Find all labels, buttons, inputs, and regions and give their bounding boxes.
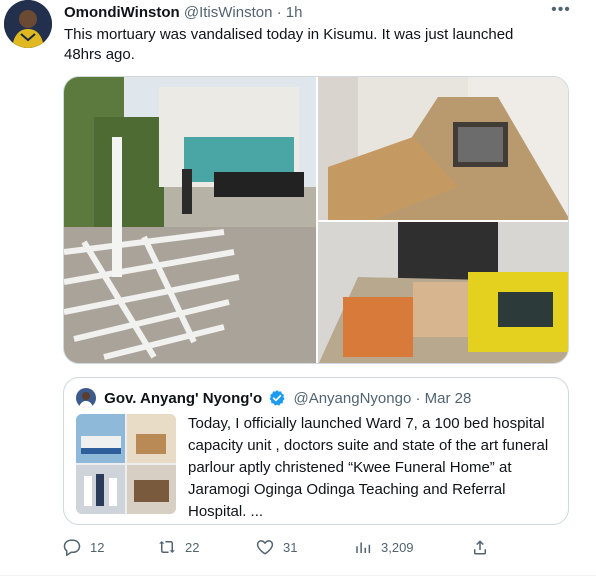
tweet-timestamp[interactable]: 1h (286, 4, 303, 21)
share-icon (474, 540, 486, 555)
photo-damaged-corridor[interactable] (318, 77, 568, 220)
heart-icon (256, 540, 274, 555)
author-handle[interactable]: @ItisWinston (184, 4, 273, 21)
share-button[interactable] (471, 536, 489, 560)
author-avatar[interactable] (4, 0, 52, 48)
author-name[interactable]: OmondiWinston (64, 4, 180, 21)
tweet-text: This mortuary was vandalised today in Ki… (64, 26, 514, 63)
separator-dot: · (276, 4, 282, 21)
retweet-count: 22 (185, 540, 200, 555)
like-button[interactable]: 31 (256, 536, 297, 560)
quoted-author-avatar (76, 388, 96, 408)
retweet-icon (159, 541, 175, 553)
quoted-author-name: Gov. Anyang' Nyong'o (104, 390, 263, 407)
photo-vandalised-room[interactable] (318, 222, 568, 363)
views-chart-icon (356, 542, 371, 553)
quoted-tweet-header: Gov. Anyang' Nyong'o @AnyangNyongo · Mar… (76, 388, 471, 410)
quoted-tweet-text: Today, I officially launched Ward 7, a 1… (188, 415, 549, 520)
views-button[interactable]: 3,209 (354, 536, 414, 560)
reply-button[interactable]: 12 (63, 536, 104, 560)
reply-count: 12 (90, 540, 105, 555)
action-bar: 12 22 31 3,209 (63, 536, 493, 560)
views-count: 3,209 (381, 540, 414, 555)
media-grid (63, 76, 569, 364)
retweet-button[interactable]: 22 (158, 536, 199, 560)
more-options-icon[interactable]: ••• (548, 2, 574, 22)
reply-icon (63, 539, 81, 556)
like-count: 31 (283, 540, 298, 555)
tweet-header: OmondiWinston @ItisWinston · 1h (64, 3, 564, 23)
quoted-tweet-date: Mar 28 (424, 390, 472, 407)
quoted-media-thumbnail (76, 414, 176, 514)
quoted-tweet[interactable]: Gov. Anyang' Nyong'o @AnyangNyongo · Mar… (63, 377, 569, 525)
quoted-author-handle: @AnyangNyongo (293, 390, 412, 407)
quoted-separator-dot: · (415, 390, 421, 407)
tweet[interactable]: OmondiWinston @ItisWinston · 1h ••• This… (0, 0, 596, 576)
verified-badge-icon (268, 389, 286, 407)
photo-vandalised-gate[interactable] (64, 77, 316, 363)
